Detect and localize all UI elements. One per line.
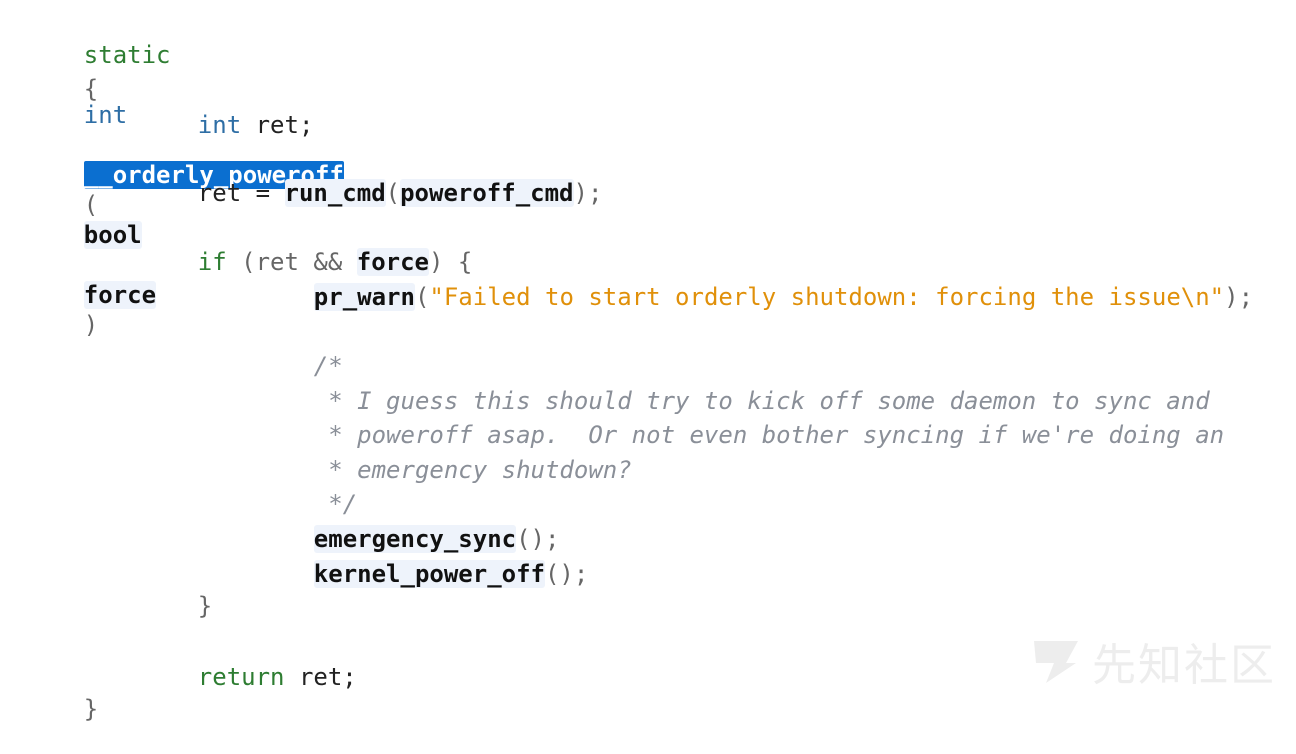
code-line-declare-ret[interactable]: int ret;: [140, 80, 314, 139]
call-pr-warn: pr_warn: [313, 283, 415, 311]
code-line-function-signature[interactable]: static int __orderly_poweroff ( bool for…: [26, 10, 344, 339]
comment-close: */: [313, 490, 358, 518]
code-editor[interactable]: static int __orderly_poweroff ( bool for…: [0, 0, 1296, 723]
code-line-emergency-sync[interactable]: emergency_sync();: [256, 494, 559, 553]
arg-poweroff-cmd: poweroff_cmd: [400, 179, 574, 207]
open-paren: (: [385, 179, 401, 207]
close-brace: }: [197, 592, 213, 620]
code-line-if-close[interactable]: }: [140, 561, 212, 620]
watermark-text: 先知社区: [1092, 640, 1276, 691]
keyword-int: int: [197, 111, 242, 139]
comment-line-3: * emergency shutdown?: [313, 456, 632, 484]
code-line-kernel-power-off[interactable]: kernel_power_off();: [256, 529, 588, 588]
ret-declaration: ret;: [241, 111, 314, 139]
comment-open: /*: [313, 352, 343, 380]
code-line-pr-warn[interactable]: pr_warn("Failed to start orderly shutdow…: [256, 252, 1253, 311]
close-paren: ): [83, 311, 99, 339]
call-end: );: [573, 179, 603, 207]
ret-assign: ret =: [197, 179, 285, 207]
call-end: );: [1224, 283, 1254, 311]
call-end: ();: [544, 560, 589, 588]
string-literal: "Failed to start orderly shutdown: forci…: [429, 283, 1225, 311]
param-type-bool: bool: [83, 221, 142, 249]
code-line-if[interactable]: if (ret && force) {: [140, 217, 472, 276]
return-value: ret;: [284, 663, 357, 691]
comment-line-2: * poweroff asap. Or not even bother sync…: [313, 421, 1225, 449]
keyword-return: return: [197, 663, 285, 691]
keyword-int: int: [83, 101, 128, 129]
keyword-if: if: [197, 248, 227, 276]
call-run-cmd: run_cmd: [284, 179, 386, 207]
code-line-run-cmd[interactable]: ret = run_cmd(poweroff_cmd);: [140, 148, 602, 207]
call-kernel-power-off: kernel_power_off: [313, 560, 545, 588]
open-brace: {: [83, 75, 99, 103]
open-paren: (: [83, 191, 99, 219]
comment-line-1: * I guess this should try to kick off so…: [313, 387, 1210, 415]
xianzhi-logo-icon: [1034, 641, 1078, 683]
open-paren: (: [414, 283, 430, 311]
watermark: 先知社区: [1030, 629, 1276, 693]
code-line-open-brace[interactable]: {: [26, 44, 98, 103]
close-brace: }: [83, 695, 99, 723]
code-line-close-brace[interactable]: }: [26, 664, 98, 723]
code-line-return[interactable]: return ret;: [140, 632, 357, 691]
